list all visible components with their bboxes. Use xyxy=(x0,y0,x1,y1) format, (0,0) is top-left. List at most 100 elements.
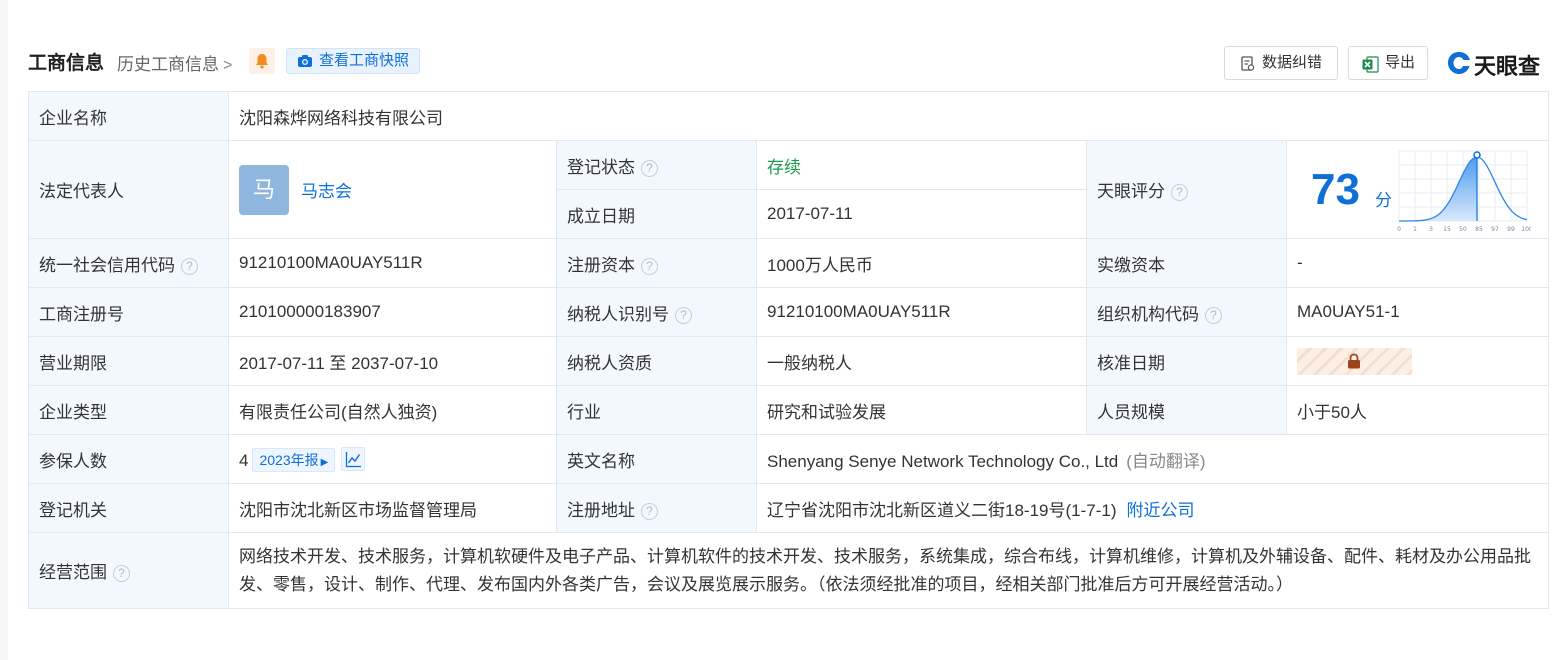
section-title: 工商信息 xyxy=(28,53,105,74)
reg-address-label: 注册地址? xyxy=(556,483,757,533)
help-icon[interactable]: ? xyxy=(641,257,658,275)
history-info-link[interactable]: 历史工商信息 > xyxy=(117,50,232,75)
help-icon[interactable]: ? xyxy=(1171,184,1188,201)
insured-label: 参保人数 xyxy=(28,434,229,484)
help-icon[interactable]: ? xyxy=(675,306,692,324)
industry-label: 行业 xyxy=(556,385,757,435)
help-icon[interactable]: ? xyxy=(641,159,658,177)
tianyan-score-cell[interactable]: 73 分 0 1 3 15 50 85 97 99 100 xyxy=(1286,140,1549,239)
help-icon[interactable]: ? xyxy=(113,565,130,582)
chart-marker-dot xyxy=(1473,151,1481,159)
score-distribution-chart: 0 1 3 15 50 85 97 99 100 xyxy=(1397,150,1531,233)
table-row: 经营范围? 网络技术开发、技术服务，计算机软硬件及电子产品、计算机软件的技术开发… xyxy=(28,532,1549,609)
industry-value: 研究和试验发展 xyxy=(756,385,1087,435)
table-row: 登记机关 沈阳市沈北新区市场监督管理局 注册地址? 辽宁省沈阳市沈北新区道义二街… xyxy=(28,483,1549,533)
chevron-right-icon: > xyxy=(223,57,233,74)
chart-tick-label: 0 xyxy=(1397,226,1401,233)
lock-icon xyxy=(1348,353,1360,368)
trend-chart-icon xyxy=(346,451,362,467)
taxpayer-qual-value: 一般纳税人 xyxy=(756,336,1087,386)
edit-document-icon xyxy=(1241,56,1255,71)
taxpayer-id-label: 纳税人识别号? xyxy=(556,287,757,337)
tianyan-score-label: 天眼评分? xyxy=(1086,140,1287,239)
help-icon[interactable]: ? xyxy=(181,257,198,275)
excel-icon xyxy=(1362,56,1379,73)
auto-translate-note: (自动翻译) xyxy=(1126,451,1206,471)
status-badge: 存续 xyxy=(767,157,801,177)
table-row: 法定代表人 马马志会 登记状态? 存续 天眼评分? 73 分 0 1 3 15 50 85… xyxy=(28,140,1549,239)
legal-rep-name-link[interactable]: 马志会 xyxy=(301,177,352,202)
established-value: 2017-07-11 xyxy=(756,189,1087,239)
insured-count: 4 xyxy=(239,450,249,470)
help-icon[interactable]: ? xyxy=(641,502,658,520)
chart-tick-label: 85 xyxy=(1475,226,1483,233)
logo-mark-icon xyxy=(1448,52,1470,74)
avatar[interactable]: 马 xyxy=(239,164,289,215)
company-name-label: 企业名称 xyxy=(28,91,229,141)
chart-tick-label: 3 xyxy=(1429,226,1433,233)
camera-icon xyxy=(298,55,312,67)
table-row: 企业类型 有限责任公司(自然人独资) 行业 研究和试验发展 人员规模 小于50人 xyxy=(28,385,1549,435)
business-scope-label: 经营范围? xyxy=(28,532,229,609)
reg-address-text: 辽宁省沈阳市沈北新区道义二街18-19号(1-7-1) xyxy=(767,500,1117,520)
reg-number-value: 210100000183907 xyxy=(228,287,557,337)
caret-right-icon: ▶ xyxy=(320,456,329,468)
paid-capital-value: - xyxy=(1286,238,1549,288)
logo-text: 天眼查 xyxy=(1474,54,1541,79)
table-row: 营业期限 2017-07-11 至 2037-07-10 纳税人资质 一般纳税人… xyxy=(28,336,1549,386)
reg-capital-value: 1000万人民币 xyxy=(756,238,1087,288)
export-button[interactable]: 导出 xyxy=(1348,46,1428,80)
reg-status-label: 登记状态? xyxy=(556,140,757,190)
company-name-value: 沈阳森烨网络科技有限公司 xyxy=(228,91,1549,141)
legal-rep-label: 法定代表人 xyxy=(28,140,229,239)
staff-size-label: 人员规模 xyxy=(1086,385,1287,435)
bell-icon xyxy=(256,54,268,69)
nearby-companies-link[interactable]: 附近公司 xyxy=(1127,501,1195,520)
taxpayer-qual-label: 纳税人资质 xyxy=(556,336,757,386)
chart-tick-label: 50 xyxy=(1459,226,1467,233)
company-type-label: 企业类型 xyxy=(28,385,229,435)
chart-tick-label: 100 xyxy=(1521,226,1531,233)
table-row: 统一社会信用代码? 91210100MA0UAY511R 注册资本? 1000万… xyxy=(28,238,1549,288)
company-type-value: 有限责任公司(自然人独资) xyxy=(228,385,557,435)
english-name-value: Shenyang Senye Network Technology Co., L… xyxy=(756,434,1549,484)
reg-authority-label: 登记机关 xyxy=(28,483,229,533)
english-name-label: 英文名称 xyxy=(556,434,757,484)
section-header: 工商信息 历史工商信息 > 查看工商快照 数据纠错 导出 天眼查 xyxy=(28,44,1548,82)
table-row: 工商注册号 210100000183907 纳税人识别号? 91210100MA… xyxy=(28,287,1549,337)
trend-chart-button[interactable] xyxy=(341,446,366,471)
view-snapshot-button[interactable]: 查看工商快照 xyxy=(286,48,420,74)
english-name-text: Shenyang Senye Network Technology Co., L… xyxy=(767,451,1119,471)
staff-size-value: 小于50人 xyxy=(1286,385,1549,435)
chart-tick-label: 15 xyxy=(1443,226,1451,233)
left-edge-strip xyxy=(0,0,8,660)
history-link-label: 历史工商信息 xyxy=(117,55,219,74)
chart-tick-label: 99 xyxy=(1507,226,1515,233)
reg-number-label: 工商注册号 xyxy=(28,287,229,337)
reg-status-value: 存续 xyxy=(756,140,1087,190)
business-info-table: 企业名称 沈阳森烨网络科技有限公司 法定代表人 马马志会 登记状态? 存续 天眼… xyxy=(28,91,1549,609)
chart-tick-label: 1 xyxy=(1413,226,1417,233)
term-value: 2017-07-11 至 2037-07-10 xyxy=(228,336,557,386)
snapshot-label: 查看工商快照 xyxy=(319,52,410,69)
reg-capital-label: 注册资本? xyxy=(556,238,757,288)
tianyancha-logo: 天眼查 xyxy=(1446,46,1550,80)
table-row: 企业名称 沈阳森烨网络科技有限公司 xyxy=(28,91,1549,141)
data-correction-button[interactable]: 数据纠错 xyxy=(1224,46,1338,80)
chart-tick-label: 97 xyxy=(1491,226,1499,233)
credit-code-value: 91210100MA0UAY511R xyxy=(228,238,557,288)
locked-content[interactable] xyxy=(1297,347,1412,375)
legal-rep-cell: 马马志会 xyxy=(228,140,557,239)
help-icon[interactable]: ? xyxy=(1205,306,1222,324)
org-code-value: MA0UAY51-1 xyxy=(1286,287,1549,337)
correction-label: 数据纠错 xyxy=(1262,54,1323,71)
reg-authority-value: 沈阳市沈北新区市场监督管理局 xyxy=(228,483,557,533)
business-scope-value: 网络技术开发、技术服务，计算机软硬件及电子产品、计算机软件的技术开发、技术服务，… xyxy=(228,532,1549,609)
annual-report-badge[interactable]: 2023年报 ▶ xyxy=(252,447,336,472)
bell-button[interactable] xyxy=(249,48,275,74)
term-label: 营业期限 xyxy=(28,336,229,386)
org-code-label: 组织机构代码? xyxy=(1086,287,1287,337)
credit-code-label: 统一社会信用代码? xyxy=(28,238,229,288)
approval-date-value xyxy=(1286,336,1549,386)
reg-address-value: 辽宁省沈阳市沈北新区道义二街18-19号(1-7-1) 附近公司 xyxy=(756,483,1549,533)
